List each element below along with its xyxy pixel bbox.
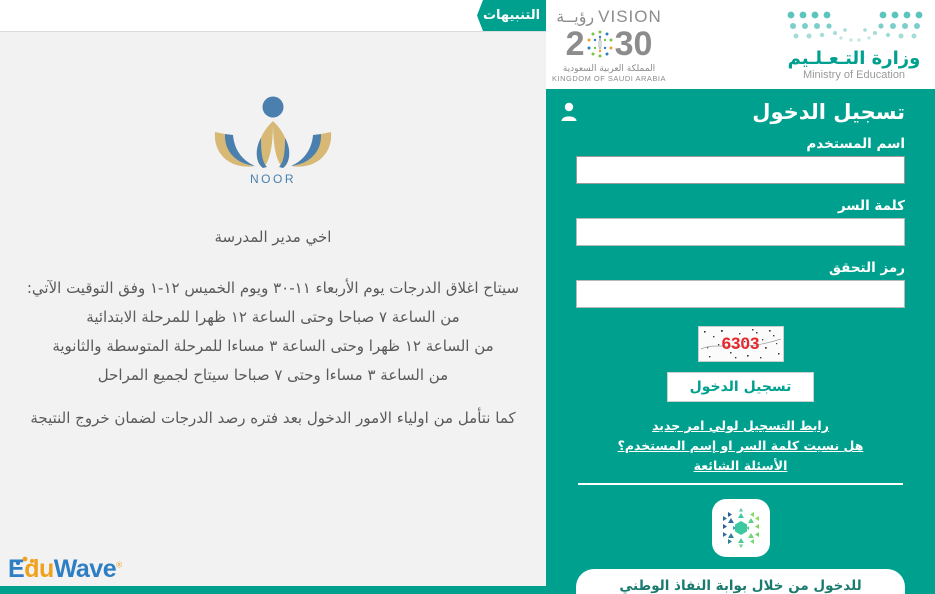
nafath-hexagon-icon	[722, 508, 759, 548]
faq-link[interactable]: الأسئلة الشائعة	[576, 458, 905, 473]
username-input[interactable]	[576, 156, 905, 184]
vision-label-en: VISION	[598, 6, 662, 26]
username-label: اسم المستخدم	[806, 136, 905, 152]
announcement-line-4: من الساعة ٣ مساءا وحتى ٧ صباحا سيتاح لجم…	[97, 366, 449, 384]
eduwave-logo: EduWave®	[8, 550, 122, 582]
captcha-code-text: 6303	[721, 334, 760, 353]
login-form: اسم المستخدم كلمة السر رمز التحقق 6303 ت…	[576, 136, 905, 594]
password-input[interactable]	[576, 218, 905, 246]
notifications-tab-label: التنبيهات	[482, 8, 541, 23]
eduwave-dots-icon	[15, 556, 35, 566]
left-panel: سي *. التنبيهات	[0, 0, 546, 594]
eduwave-part-wave: Wave	[53, 555, 117, 583]
vision-year-2: 2	[565, 24, 585, 63]
notifications-tab[interactable]: التنبيهات	[477, 0, 546, 31]
login-page: سي *. التنبيهات	[0, 0, 935, 594]
announcement-text: سيتاح اغلاق الدرجات يوم الأربعاء ١١-٣٠ و…	[10, 228, 536, 433]
vision-year-30: 30	[614, 24, 653, 63]
kingdom-name-english: KINGDOM OF SAUDI ARABIA	[552, 73, 667, 83]
vision-2030-logo: VISION رؤيــة 2 30 المملكة العربية السعو…	[552, 7, 666, 83]
login-panel: وزارة التـعـلـيم Ministry of Education V…	[546, 0, 935, 594]
moe-dots-icon	[787, 11, 923, 42]
captcha-image[interactable]: 6303	[697, 326, 784, 362]
captcha-row: 6303	[576, 326, 905, 362]
section-divider	[578, 483, 903, 485]
government-header: وزارة التـعـلـيم Ministry of Education V…	[546, 0, 935, 89]
login-submit-button[interactable]: تسجيل الدخول	[666, 372, 815, 402]
kingdom-name-arabic: المملكة العربية السعودية	[562, 63, 656, 74]
nafath-section: للدخول من خلال بوابة النفاذ الوطني الموح…	[576, 499, 905, 594]
vision-emblem-icon	[587, 30, 613, 57]
noor-logo-mark	[214, 96, 332, 168]
vision-year: 2 30	[566, 27, 653, 61]
announcement-line-1: سيتاح اغلاق الدرجات يوم الأربعاء ١١-٣٠ و…	[26, 279, 520, 297]
ministry-name-arabic: وزارة التـعـلـيم	[787, 47, 921, 69]
nafath-logo	[711, 499, 770, 557]
helper-links: رابط التسجيل لولي امر جديد هل نسيت كلمة …	[576, 418, 905, 473]
vision-top-row: VISION رؤيــة	[556, 7, 661, 27]
ministry-name-english: Ministry of Education	[802, 68, 906, 81]
notification-ticker: سي *.	[0, 0, 466, 31]
register-new-guardian-link[interactable]: رابط التسجيل لولي امر جديد	[576, 418, 905, 433]
nafath-login-button[interactable]: للدخول من خلال بوابة النفاذ الوطني الموح…	[576, 569, 905, 594]
notifications-bar: سي *. التنبيهات	[0, 0, 546, 32]
captcha-input[interactable]	[576, 280, 905, 308]
captcha-label: رمز التحقق	[828, 260, 905, 276]
login-button-row: تسجيل الدخول	[576, 372, 905, 402]
eduwave-registered-mark: ®	[116, 560, 122, 570]
login-title-row: تسجيل الدخول	[546, 100, 935, 124]
announcement-greeting: اخي مدير المدرسة	[214, 228, 332, 246]
bottom-accent-strip	[0, 586, 546, 594]
user-icon	[561, 102, 577, 121]
ministry-of-education-logo: وزارة التـعـلـيم Ministry of Education	[779, 9, 929, 81]
forgot-password-link[interactable]: هل نسيت كلمة السر او إسم المستخدم؟	[576, 438, 905, 453]
noor-wordmark: NOOR	[250, 172, 296, 186]
noor-logo: NOOR	[0, 96, 546, 192]
announcement-line-3: من الساعة ١٢ ظهرا وحتى الساعة ٣ مساءا لل…	[52, 337, 494, 355]
vision-label-ar: رؤيــة	[556, 7, 595, 26]
announcement-line-5: كما نتأمل من اولياء الامور الدخول بعد فت…	[30, 409, 516, 427]
page-title: تسجيل الدخول	[752, 100, 905, 124]
password-label: كلمة السر	[837, 198, 905, 214]
announcement-line-2: من الساعة ٧ صباحا وحتى الساعة ١٢ ظهرا لل…	[86, 308, 460, 326]
